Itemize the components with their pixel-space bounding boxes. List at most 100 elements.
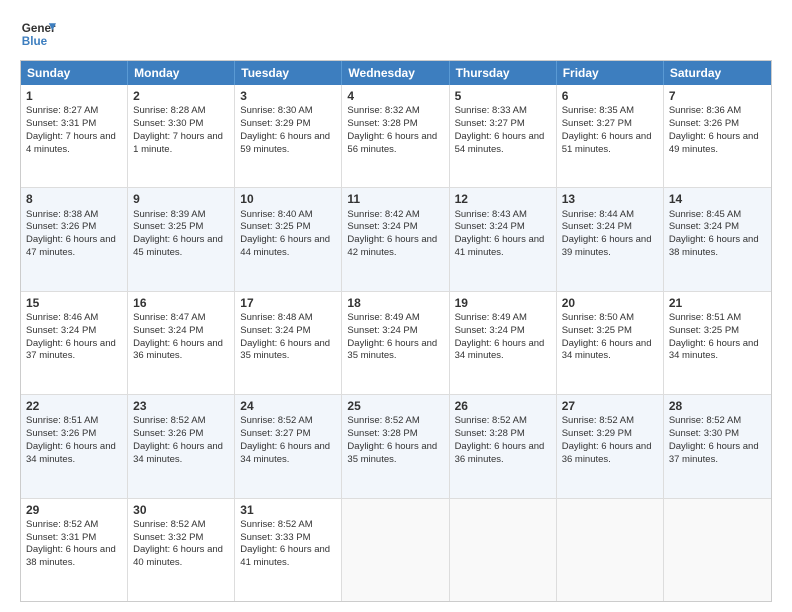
- calendar-cell: 21Sunrise: 8:51 AMSunset: 3:25 PMDayligh…: [664, 292, 771, 394]
- day-number: 15: [26, 295, 122, 311]
- sunrise: Sunrise: 8:43 AM: [455, 209, 527, 220]
- sunrise: Sunrise: 8:39 AM: [133, 209, 205, 220]
- day-number: 11: [347, 191, 443, 207]
- calendar-cell: 29Sunrise: 8:52 AMSunset: 3:31 PMDayligh…: [21, 499, 128, 601]
- sunrise: Sunrise: 8:28 AM: [133, 105, 205, 116]
- day-number: 16: [133, 295, 229, 311]
- day-number: 20: [562, 295, 658, 311]
- day-number: 2: [133, 88, 229, 104]
- calendar-cell: 2Sunrise: 8:28 AM Sunset: 3:30 PM Daylight…: [128, 85, 235, 187]
- sunrise: Sunrise: 8:33 AM: [455, 105, 527, 116]
- sunrise: Sunrise: 8:52 AM: [562, 415, 634, 426]
- daylight: Daylight: 6 hours and 42 minutes.: [347, 234, 437, 258]
- sunrise: Sunrise: 8:40 AM: [240, 209, 312, 220]
- sunset: Sunset: 3:32 PM: [133, 532, 203, 543]
- sunset: Sunset: 3:30 PM: [133, 118, 203, 129]
- daylight: Daylight: 6 hours and 34 minutes.: [562, 338, 652, 362]
- day-number: 8: [26, 191, 122, 207]
- calendar-cell: 5Sunrise: 8:33 AM Sunset: 3:27 PM Daylight…: [450, 85, 557, 187]
- empty-cell: [450, 499, 557, 601]
- calendar-cell: 12Sunrise: 8:43 AMSunset: 3:24 PMDayligh…: [450, 188, 557, 290]
- sunset: Sunset: 3:27 PM: [455, 118, 525, 129]
- day-number: 25: [347, 398, 443, 414]
- weekday-header: Wednesday: [342, 61, 449, 85]
- daylight: Daylight: 6 hours and 35 minutes.: [347, 441, 437, 465]
- daylight: Daylight: 6 hours and 34 minutes.: [455, 338, 545, 362]
- sunrise: Sunrise: 8:52 AM: [133, 415, 205, 426]
- day-number: 1: [26, 88, 122, 104]
- sunrise: Sunrise: 8:49 AM: [347, 312, 419, 323]
- daylight: Daylight: 6 hours and 34 minutes.: [133, 441, 223, 465]
- calendar-cell: 31Sunrise: 8:52 AMSunset: 3:33 PMDayligh…: [235, 499, 342, 601]
- sunrise: Sunrise: 8:50 AM: [562, 312, 634, 323]
- day-number: 24: [240, 398, 336, 414]
- daylight: Daylight: 6 hours and 38 minutes.: [26, 544, 116, 568]
- calendar-cell: 10Sunrise: 8:40 AMSunset: 3:25 PMDayligh…: [235, 188, 342, 290]
- header: General Blue: [20, 16, 772, 52]
- sunset: Sunset: 3:25 PM: [562, 325, 632, 336]
- sunset: Sunset: 3:25 PM: [240, 221, 310, 232]
- day-number: 13: [562, 191, 658, 207]
- day-number: 30: [133, 502, 229, 518]
- calendar-cell: 26Sunrise: 8:52 AMSunset: 3:28 PMDayligh…: [450, 395, 557, 497]
- daylight: Daylight: 6 hours and 35 minutes.: [347, 338, 437, 362]
- calendar-cell: 14Sunrise: 8:45 AMSunset: 3:24 PMDayligh…: [664, 188, 771, 290]
- sunset: Sunset: 3:27 PM: [562, 118, 632, 129]
- sunset: Sunset: 3:24 PM: [669, 221, 739, 232]
- day-number: 21: [669, 295, 766, 311]
- day-number: 28: [669, 398, 766, 414]
- calendar-cell: 3Sunrise: 8:30 AMSunset: 3:29 PMDaylight…: [235, 85, 342, 187]
- logo-icon: General Blue: [20, 16, 56, 52]
- sunrise: Sunrise: 8:35 AM: [562, 105, 634, 116]
- sunrise: Sunrise: 8:44 AM: [562, 209, 634, 220]
- sunrise: Sunrise: 8:30 AM: [240, 105, 312, 116]
- day-number: 5: [455, 88, 551, 104]
- day-number: 12: [455, 191, 551, 207]
- sunrise: Sunrise: 8:52 AM: [26, 519, 98, 530]
- daylight: Daylight: 6 hours and 54 minutes.: [455, 131, 545, 155]
- day-number: 4: [347, 88, 443, 104]
- sunrise: Sunrise: 8:52 AM: [347, 415, 419, 426]
- sunset: Sunset: 3:29 PM: [240, 118, 310, 129]
- weekday-header: Thursday: [450, 61, 557, 85]
- calendar-cell: 13Sunrise: 8:44 AMSunset: 3:24 PMDayligh…: [557, 188, 664, 290]
- weekday-header: Sunday: [21, 61, 128, 85]
- day-number: 14: [669, 191, 766, 207]
- sunset: Sunset: 3:26 PM: [669, 118, 739, 129]
- daylight: Daylight: 6 hours and 34 minutes.: [240, 441, 330, 465]
- sunset: Sunset: 3:30 PM: [669, 428, 739, 439]
- calendar-cell: 25Sunrise: 8:52 AM Sunset: 3:28 PM Dayligh…: [342, 395, 449, 497]
- sunset: Sunset: 3:24 PM: [455, 325, 525, 336]
- day-number: 10: [240, 191, 336, 207]
- daylight: Daylight: 6 hours and 36 minutes.: [562, 441, 652, 465]
- sunset: Sunset: 3:31 PM: [26, 118, 96, 129]
- sunrise: Sunrise: 8:52 AM: [669, 415, 741, 426]
- daylight: Daylight: 7 hours and 1 minute.: [133, 131, 223, 155]
- sunrise: Sunrise: 8:27 AM: [26, 105, 98, 116]
- calendar-cell: 4Sunrise: 8:32 AMSunset: 3:28 PMDaylight…: [342, 85, 449, 187]
- calendar-cell: 19Sunrise: 8:49 AMSunset: 3:24 PMDayligh…: [450, 292, 557, 394]
- sunset: Sunset: 3:25 PM: [669, 325, 739, 336]
- day-number: 19: [455, 295, 551, 311]
- calendar-row: 29Sunrise: 8:52 AMSunset: 3:31 PMDayligh…: [21, 498, 771, 601]
- weekday-header: Tuesday: [235, 61, 342, 85]
- calendar-cell: 15Sunrise: 8:46 AMSunset: 3:24 PMDayligh…: [21, 292, 128, 394]
- calendar-row: 22Sunrise: 8:51 AMSunset: 3:26 PMDayligh…: [21, 394, 771, 497]
- sunrise: Sunrise: 8:46 AM: [26, 312, 98, 323]
- daylight: Daylight: 6 hours and 36 minutes.: [455, 441, 545, 465]
- empty-cell: [342, 499, 449, 601]
- sunset: Sunset: 3:25 PM: [133, 221, 203, 232]
- day-number: 17: [240, 295, 336, 311]
- sunrise: Sunrise: 8:42 AM: [347, 209, 419, 220]
- day-number: 26: [455, 398, 551, 414]
- sunset: Sunset: 3:29 PM: [562, 428, 632, 439]
- sunrise: Sunrise: 8:51 AM: [26, 415, 98, 426]
- sunset: Sunset: 3:28 PM: [347, 428, 417, 439]
- sunset: Sunset: 3:24 PM: [26, 325, 96, 336]
- daylight: Daylight: 6 hours and 41 minutes.: [455, 234, 545, 258]
- sunrise: Sunrise: 8:45 AM: [669, 209, 741, 220]
- daylight: Daylight: 6 hours and 34 minutes.: [669, 338, 759, 362]
- daylight: Daylight: 6 hours and 41 minutes.: [240, 544, 330, 568]
- daylight: Daylight: 6 hours and 35 minutes.: [240, 338, 330, 362]
- sunset: Sunset: 3:26 PM: [133, 428, 203, 439]
